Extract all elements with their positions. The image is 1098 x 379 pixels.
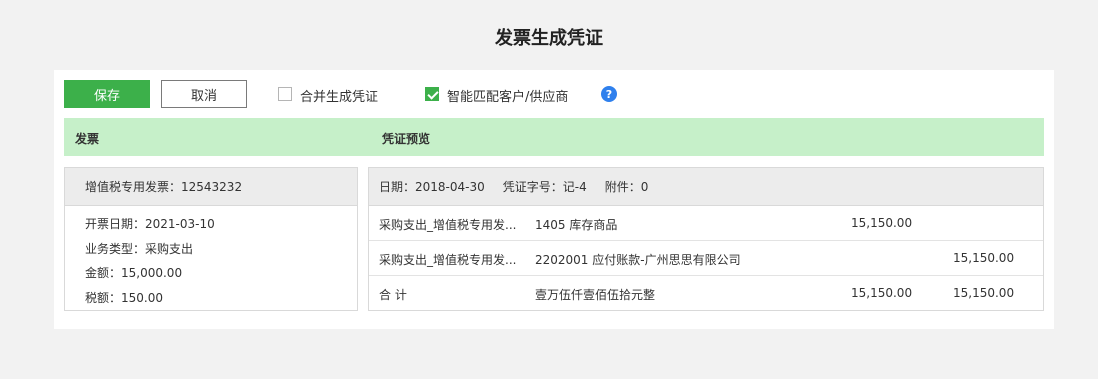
total-amount-words: 壹万伍仟壹佰伍拾元整 <box>535 288 656 302</box>
smart-match-checkbox[interactable] <box>425 87 439 101</box>
row-debit: 15,150.00 <box>851 216 913 230</box>
invoice-header: 发票 <box>75 132 100 146</box>
total-debit: 15,150.00 <box>851 286 913 300</box>
voucher-attachments: 附件：0 <box>604 180 649 194</box>
voucher-number: 凭证字号：记-4 <box>502 180 587 194</box>
voucher-panel: 保存 取消 合并生成凭证 智能匹配客户/供应商 ? 发票 凭证预览 增值税专用发… <box>54 70 1054 329</box>
invoice-tax: 税额：150.00 <box>85 290 163 305</box>
invoice-business-type: 业务类型：采购支出 <box>85 241 194 256</box>
section-header: 发票 凭证预览 <box>64 118 1044 156</box>
row-account: 1405 库存商品 <box>535 218 618 232</box>
voucher-header: 日期：2018-04-30 凭证字号：记-4 附件：0 <box>369 168 1043 206</box>
save-button[interactable]: 保存 <box>64 80 150 108</box>
toolbar: 保存 取消 合并生成凭证 智能匹配客户/供应商 ? <box>64 80 1044 108</box>
row-account: 2202001 应付账款-广州思思有限公司 <box>535 253 741 267</box>
merge-checkbox-label[interactable]: 合并生成凭证 <box>300 86 378 105</box>
preview-header: 凭证预览 <box>382 132 431 146</box>
page-title: 发票生成凭证 <box>495 28 603 49</box>
voucher-preview: 日期：2018-04-30 凭证字号：记-4 附件：0 采购支出_增值税专用发.… <box>368 167 1044 311</box>
total-row: 合 计 壹万伍仟壹佰伍拾元整 15,150.00 15,150.00 <box>369 276 1043 311</box>
voucher-date: 日期：2018-04-30 <box>379 180 485 194</box>
row-summary: 采购支出_增值税专用发... <box>379 253 517 267</box>
cancel-button[interactable]: 取消 <box>161 80 247 108</box>
invoice-amount: 金额：15,000.00 <box>85 266 183 280</box>
merge-checkbox[interactable] <box>278 87 292 101</box>
invoice-card: 增值税专用发票：12543232 开票日期：2021-03-10 业务类型：采购… <box>64 167 358 311</box>
smart-match-checkbox-label[interactable]: 智能匹配客户/供应商 <box>447 86 568 105</box>
invoice-title: 增值税专用发票：12543232 <box>65 168 357 206</box>
row-summary: 采购支出_增值税专用发... <box>379 218 517 232</box>
invoice-date: 开票日期：2021-03-10 <box>85 217 215 231</box>
table-row: 采购支出_增值税专用发... 1405 库存商品 15,150.00 <box>369 206 1043 241</box>
total-credit: 15,150.00 <box>953 286 1015 300</box>
row-credit: 15,150.00 <box>953 251 1015 265</box>
help-icon[interactable]: ? <box>601 86 617 102</box>
table-row: 采购支出_增值税专用发... 2202001 应付账款-广州思思有限公司 15,… <box>369 241 1043 276</box>
total-label: 合 计 <box>379 288 407 302</box>
